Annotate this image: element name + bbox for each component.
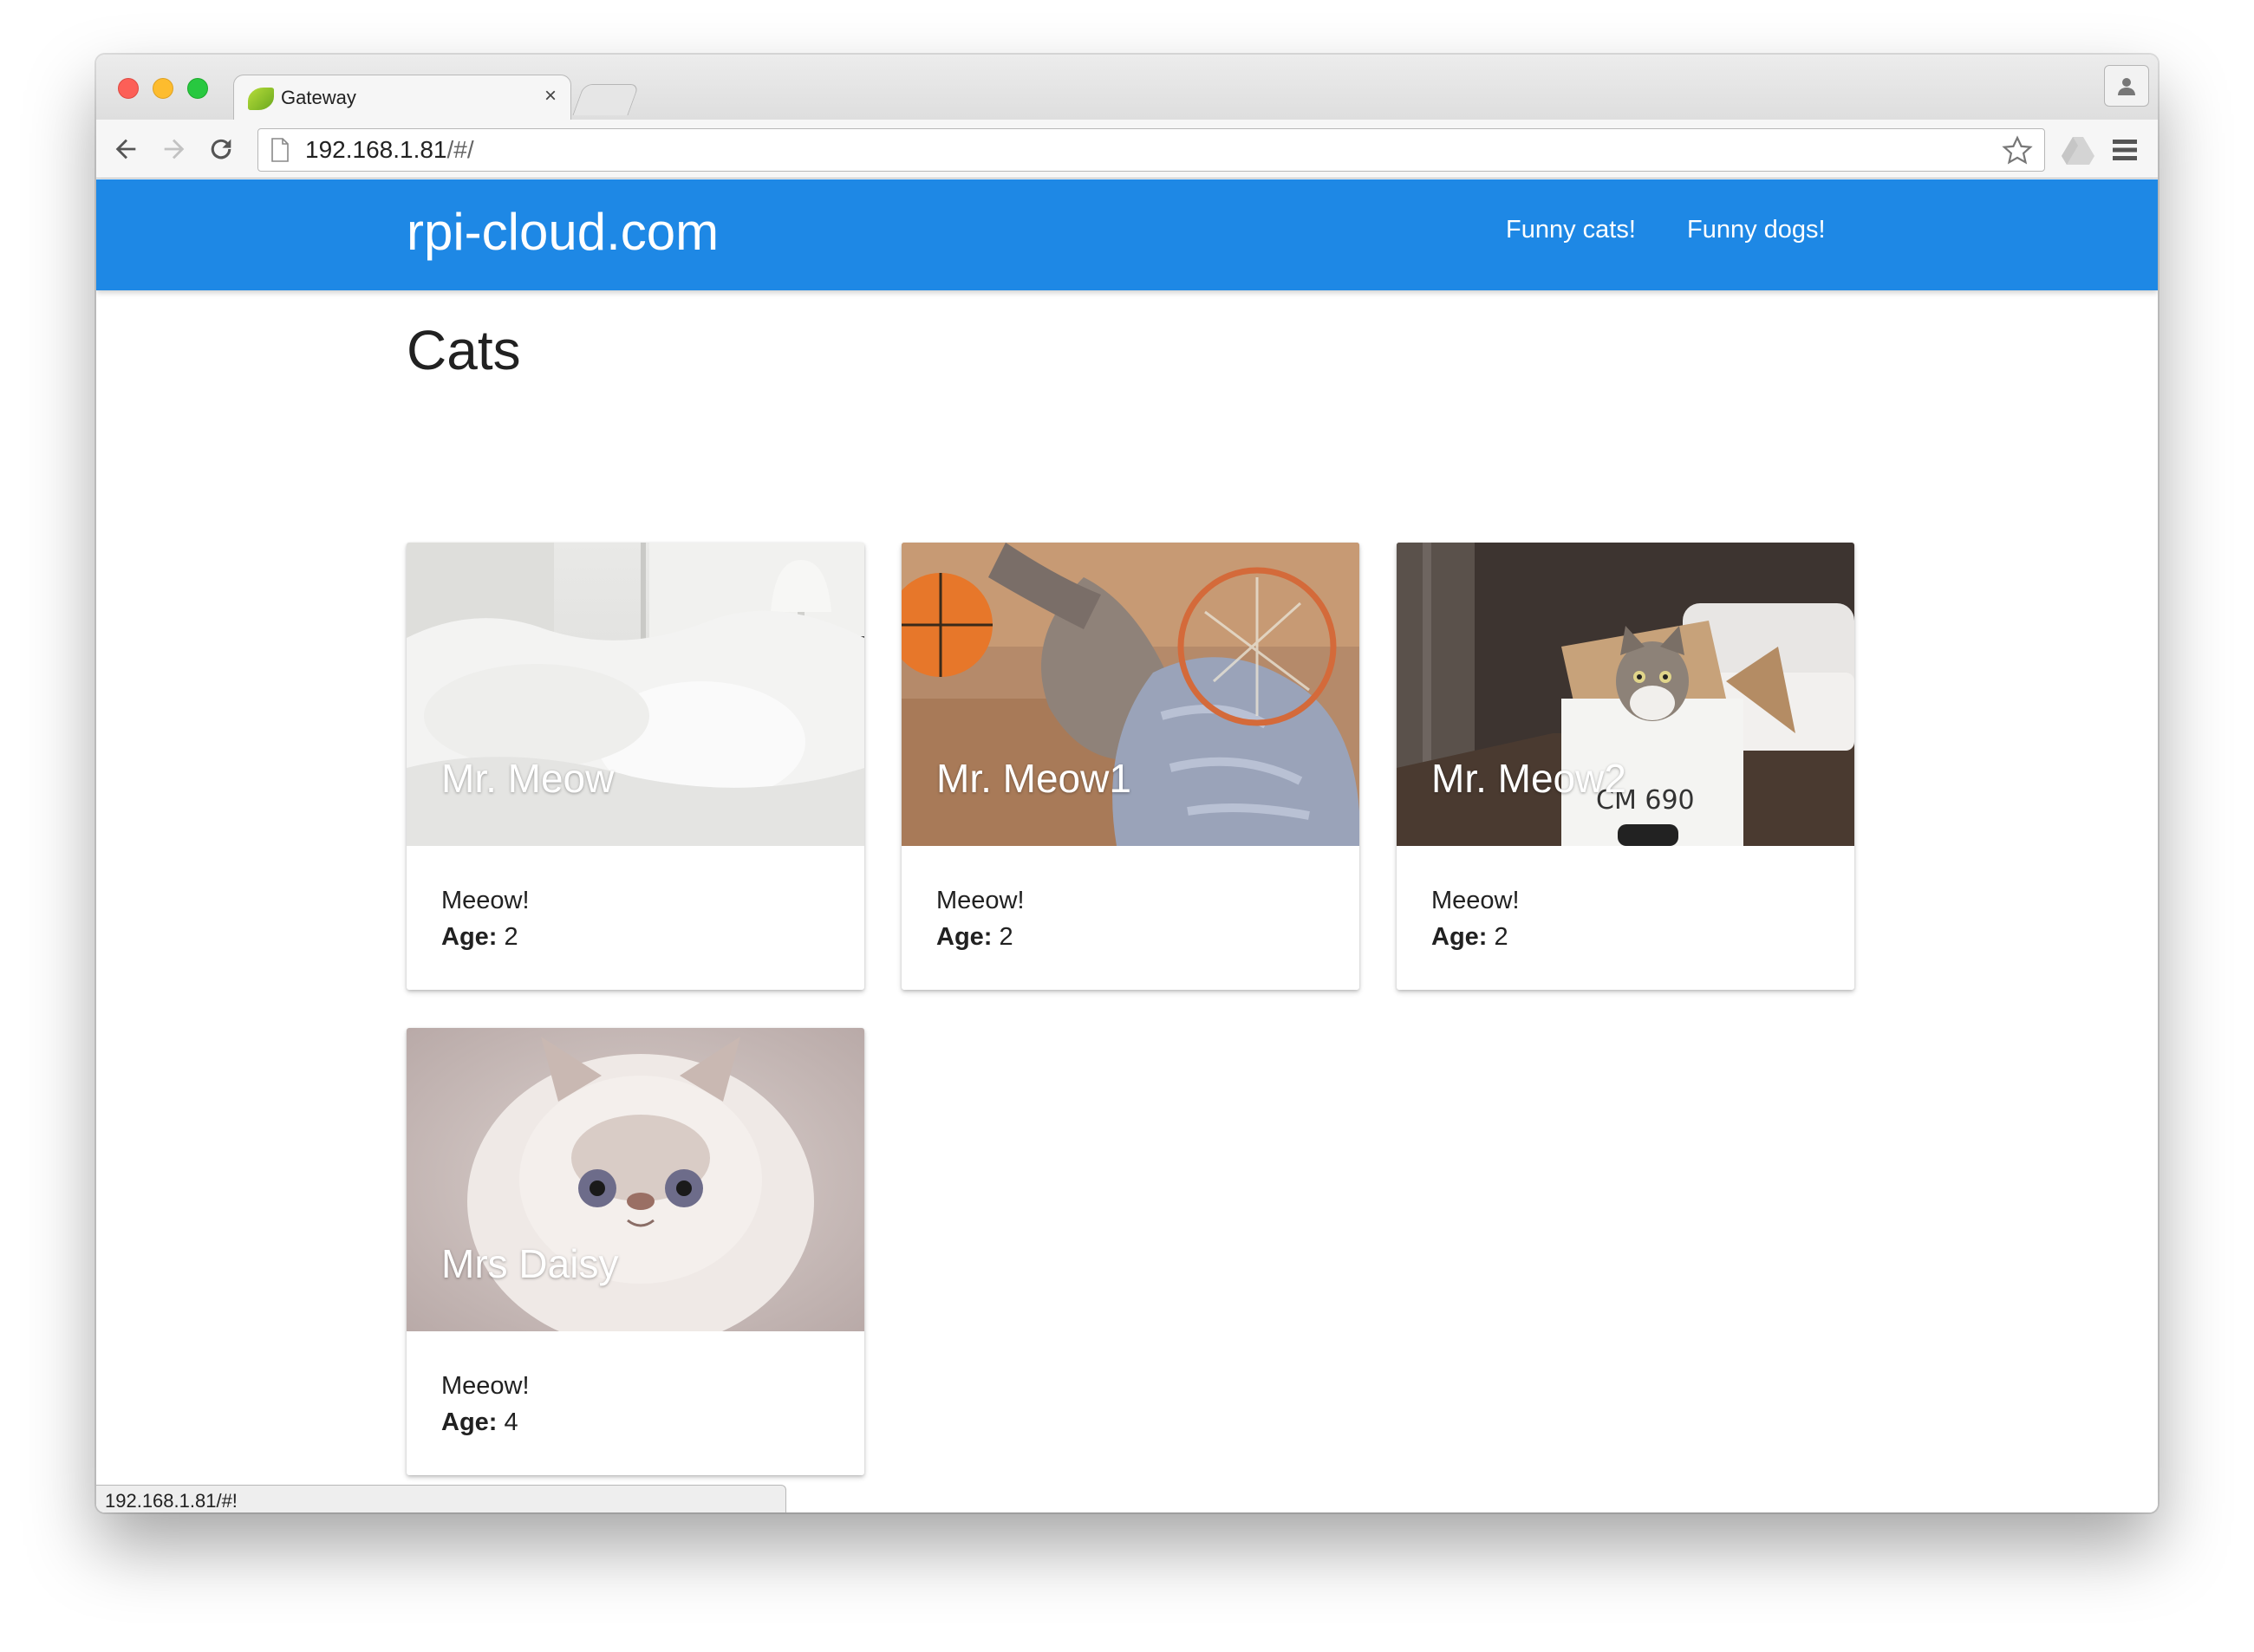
nav-funny-dogs[interactable]: Funny dogs! [1687,216,1826,244]
back-arrow-icon [115,139,136,159]
zoom-window-button[interactable] [187,78,208,99]
page-icon [271,138,289,162]
cat-card[interactable]: CM 690 Mr. Meow2 Meeow! Age: 2 [1397,543,1854,990]
card-description: Meeow! [441,887,530,914]
site-navbar: rpi-cloud.com Funny cats! Funny dogs! [96,179,2158,290]
age-label: Age: [441,1408,498,1436]
card-age: Age: 2 [936,919,1025,955]
nav-funny-cats[interactable]: Funny cats! [1506,216,1636,244]
card-title: Mr. Meow1 [936,756,1131,801]
brand-logo-link[interactable]: rpi-cloud.com [407,202,719,262]
card-age: Age: 2 [1431,919,1520,955]
age-value: 4 [504,1408,518,1436]
new-tab-button[interactable] [572,84,640,115]
card-content: Meeow! Age: 2 [441,882,530,955]
cat-image: Mrs Daisy [407,1028,864,1331]
url-text: 192.168.1.81/#/ [305,136,474,164]
card-description: Meeow! [441,1372,530,1400]
age-label: Age: [936,923,993,951]
bookmark-star-icon[interactable] [2001,134,2034,167]
forward-arrow-icon [164,139,185,159]
leaf-favicon-icon [248,88,274,110]
profile-button[interactable] [2104,65,2149,107]
card-content: Meeow! Age: 2 [936,882,1025,955]
hamburger-menu-icon[interactable] [2111,137,2139,163]
back-button[interactable] [108,132,143,166]
browser-toolbar: 192.168.1.81/#/ [96,120,2158,179]
tab-title: Gateway [281,87,356,108]
tab-close-icon[interactable]: × [544,84,557,108]
age-value: 2 [504,923,518,951]
cat-card[interactable]: Mr. Meow Meeow! Age: 2 [407,543,864,990]
minimize-window-button[interactable] [153,78,173,99]
card-title: Mr. Meow2 [1431,756,1626,801]
address-bar[interactable]: 192.168.1.81/#/ [257,128,2045,172]
cat-image: CM 690 Mr. Meow2 [1397,543,1854,846]
cat-image: Mr. Meow1 [902,543,1359,846]
card-content: Meeow! Age: 4 [441,1368,530,1441]
card-age: Age: 2 [441,919,530,955]
browser-window: Gateway × 192.168.1.81/#/ rpi-cloud.com … [96,55,2158,1512]
url-path: /#/ [446,136,474,163]
card-age: Age: 4 [441,1404,530,1441]
age-label: Age: [1431,923,1488,951]
age-label: Age: [441,923,498,951]
drive-extension-icon[interactable] [2061,135,2095,165]
age-value: 2 [999,923,1013,951]
browser-tab[interactable]: Gateway × [233,75,571,120]
cat-image: Mr. Meow [407,543,864,846]
reload-icon [211,139,231,159]
person-icon [2118,78,2135,95]
status-bar: 192.168.1.81/#! [96,1485,786,1512]
age-value: 2 [1494,923,1508,951]
close-window-button[interactable] [118,78,139,99]
card-content: Meeow! Age: 2 [1431,882,1520,955]
page-viewport: rpi-cloud.com Funny cats! Funny dogs! Ca… [96,179,2158,1512]
url-host: 192.168.1.81 [305,136,447,163]
cat-card[interactable]: Mrs Daisy Meeow! Age: 4 [407,1028,864,1475]
forward-button[interactable] [157,132,192,166]
card-title: Mrs Daisy [441,1241,619,1286]
page-title: Cats [407,319,521,381]
reload-button[interactable] [204,132,238,166]
card-description: Meeow! [1431,887,1520,914]
tab-strip: Gateway × [96,55,2158,120]
card-title: Mr. Meow [441,756,615,801]
card-description: Meeow! [936,887,1025,914]
cat-card[interactable]: Mr. Meow1 Meeow! Age: 2 [902,543,1359,990]
